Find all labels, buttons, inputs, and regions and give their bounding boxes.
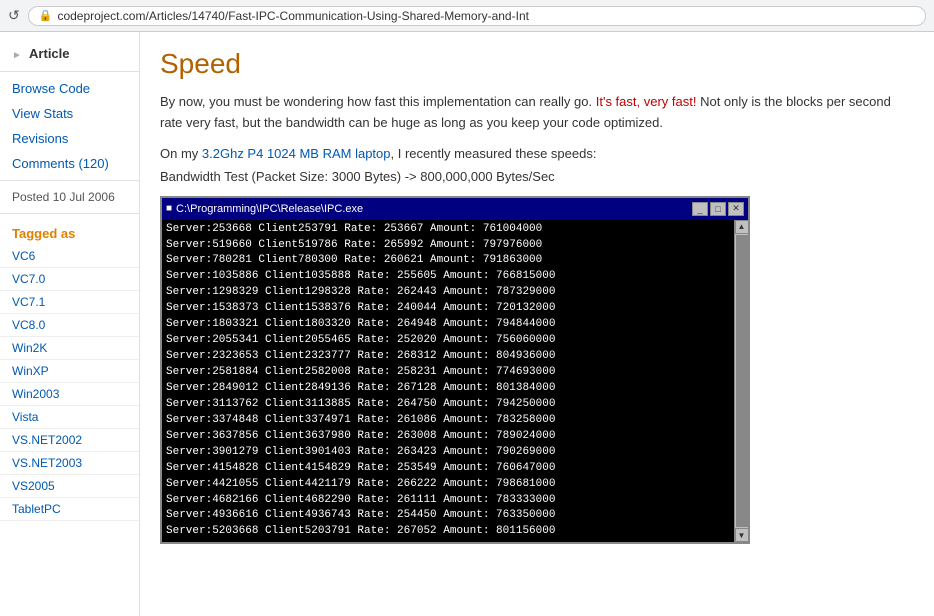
close-button[interactable]: ✕	[728, 202, 744, 216]
main-content: Speed By now, you must be wondering how …	[140, 32, 934, 616]
terminal-line: Server:3374848 Client3374971 Rate: 26108…	[166, 413, 730, 429]
sidebar-link-revisions[interactable]: Revisions	[0, 126, 139, 151]
terminal-line: Server:4154828 Client4154829 Rate: 25354…	[166, 461, 730, 477]
terminal-line: Server:3637856 Client3637980 Rate: 26300…	[166, 429, 730, 445]
arrow-icon: ►	[12, 50, 22, 61]
url-text: codeproject.com/Articles/14740/Fast-IPC-…	[57, 9, 529, 23]
terminal-line: Server:2849012 Client2849136 Rate: 26712…	[166, 381, 730, 397]
tag-tabletpc[interactable]: TabletPC	[0, 498, 139, 521]
terminal-line: Server:780281 Client780300 Rate: 260621 …	[166, 253, 730, 269]
tag-vsnet2002[interactable]: VS.NET2002	[0, 429, 139, 452]
terminal-body: Server:253668 Client253791 Rate: 253667 …	[162, 220, 734, 543]
terminal-window: ■ C:\Programming\IPC\Release\IPC.exe _ □…	[160, 196, 750, 545]
restore-button[interactable]: □	[710, 202, 726, 216]
terminal-line: Server:1803321 Client1803320 Rate: 26494…	[166, 317, 730, 333]
scrollbar-track[interactable]: ▲ ▼	[734, 220, 748, 543]
scroll-up-button[interactable]: ▲	[735, 220, 749, 234]
terminal-title: ■ C:\Programming\IPC\Release\IPC.exe	[166, 203, 363, 215]
sidebar-divider-3	[0, 213, 139, 214]
terminal-line: Server:2055341 Client2055465 Rate: 25202…	[166, 333, 730, 349]
terminal-line: Server:1298329 Client1298328 Rate: 26244…	[166, 285, 730, 301]
terminal-line: Server:5203668 Client5203791 Rate: 26705…	[166, 524, 730, 540]
terminal-app-icon: ■	[166, 203, 172, 214]
terminal-line: Server:1538373 Client1538376 Rate: 24004…	[166, 301, 730, 317]
browser-bar: ↺ 🔒 codeproject.com/Articles/14740/Fast-…	[0, 0, 934, 32]
bandwidth-text: Bandwidth Test (Packet Size: 3000 Bytes)…	[160, 169, 914, 184]
address-bar[interactable]: 🔒 codeproject.com/Articles/14740/Fast-IP…	[28, 6, 926, 26]
tag-vc80[interactable]: VC8.0	[0, 314, 139, 337]
scroll-down-button[interactable]: ▼	[735, 528, 749, 542]
tag-vc71[interactable]: VC7.1	[0, 291, 139, 314]
terminal-controls: _ □ ✕	[692, 202, 744, 216]
terminal-title-text: C:\Programming\IPC\Release\IPC.exe	[176, 203, 363, 215]
refresh-icon[interactable]: ↺	[8, 7, 20, 24]
tag-win2k[interactable]: Win2K	[0, 337, 139, 360]
scroll-thumb[interactable]	[736, 235, 748, 528]
sidebar: ► Article Browse Code View Stats Revisio…	[0, 32, 140, 616]
tag-vc70[interactable]: VC7.0	[0, 268, 139, 291]
intro-text: By now, you must be wondering how fast t…	[160, 92, 914, 134]
measure-text: On my 3.2Ghz P4 1024 MB RAM laptop, I re…	[160, 146, 914, 161]
terminal-titlebar: ■ C:\Programming\IPC\Release\IPC.exe _ □…	[162, 198, 748, 220]
terminal-line: Server:4421055 Client4421179 Rate: 26622…	[166, 477, 730, 493]
highlight-fast: It's fast, very fast!	[596, 94, 697, 109]
lock-icon: 🔒	[39, 9, 53, 22]
tag-vc6[interactable]: VC6	[0, 245, 139, 268]
tag-vs2005[interactable]: VS2005	[0, 475, 139, 498]
terminal-line: Server:1035886 Client1035888 Rate: 25560…	[166, 269, 730, 285]
tag-winxp[interactable]: WinXP	[0, 360, 139, 383]
page-title: Speed	[160, 48, 914, 80]
terminal-line: Server:3113762 Client3113885 Rate: 26475…	[166, 397, 730, 413]
page-layout: ► Article Browse Code View Stats Revisio…	[0, 32, 934, 616]
laptop-link: 3.2Ghz P4 1024 MB RAM laptop	[202, 146, 391, 161]
minimize-button[interactable]: _	[692, 202, 708, 216]
tag-vista[interactable]: Vista	[0, 406, 139, 429]
sidebar-divider-1	[0, 71, 139, 72]
sidebar-link-comments[interactable]: Comments (120)	[0, 151, 139, 176]
tag-win2003[interactable]: Win2003	[0, 383, 139, 406]
sidebar-divider-2	[0, 180, 139, 181]
terminal-line: Server:4682166 Client4682290 Rate: 26111…	[166, 493, 730, 509]
tag-vsnet2003[interactable]: VS.NET2003	[0, 452, 139, 475]
posted-date: Posted 10 Jul 2006	[0, 185, 139, 209]
terminal-line: Server:4936616 Client4936743 Rate: 25445…	[166, 508, 730, 524]
terminal-line: Server:253668 Client253791 Rate: 253667 …	[166, 222, 730, 238]
terminal-line: Server:3901279 Client3901403 Rate: 26342…	[166, 445, 730, 461]
terminal-line: Server:2323653 Client2323777 Rate: 26831…	[166, 349, 730, 365]
terminal-line: Server:519660 Client519786 Rate: 265992 …	[166, 238, 730, 254]
tagged-label: Tagged as	[0, 218, 139, 245]
sidebar-link-view-stats[interactable]: View Stats	[0, 101, 139, 126]
sidebar-article-label: ► Article	[0, 40, 139, 67]
sidebar-link-browse-code[interactable]: Browse Code	[0, 76, 139, 101]
terminal-line: Server:2581884 Client2582008 Rate: 25823…	[166, 365, 730, 381]
terminal-scrollbar-area: Server:253668 Client253791 Rate: 253667 …	[162, 220, 748, 543]
